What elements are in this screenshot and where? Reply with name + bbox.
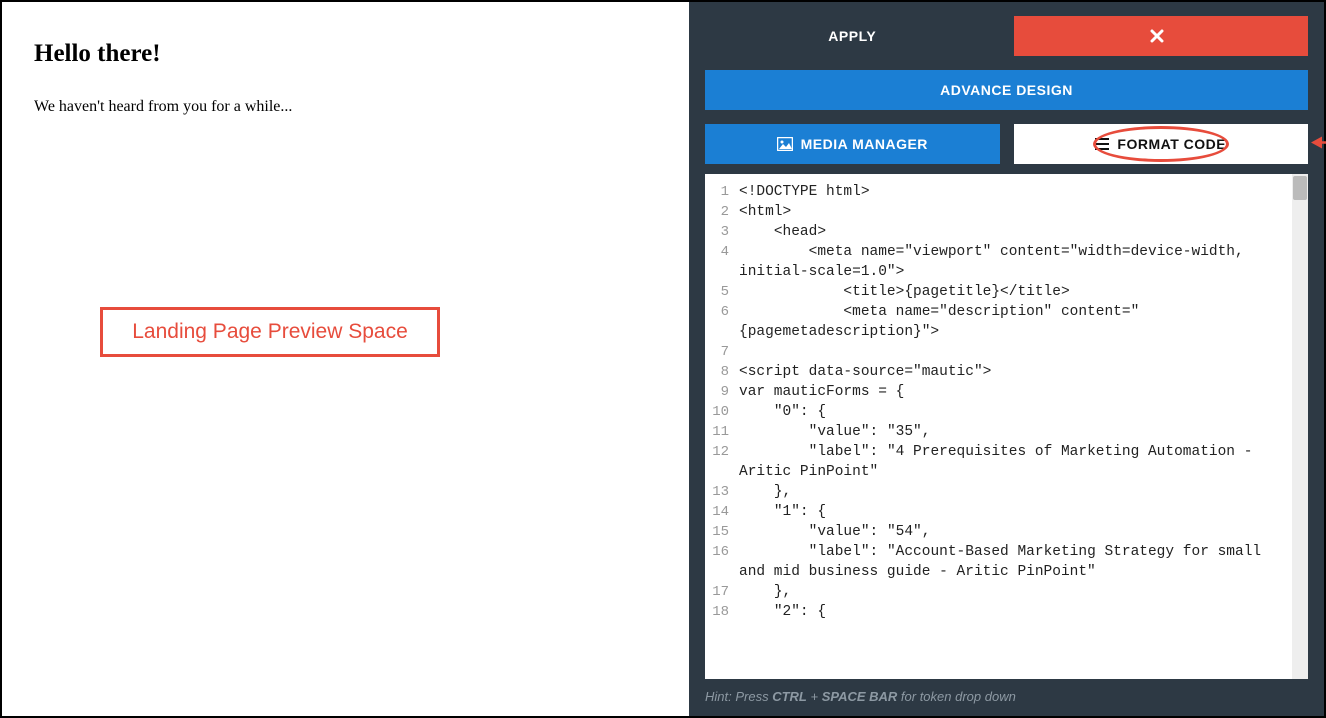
gutter-line: 5: [705, 282, 729, 302]
advance-row: ADVANCE DESIGN: [705, 70, 1308, 110]
hint-prefix: Hint: Press: [705, 689, 772, 704]
gutter-line: 15: [705, 522, 729, 542]
gutter-line: 10: [705, 402, 729, 422]
code-area[interactable]: <!DOCTYPE html><html> <head> <meta name=…: [733, 174, 1292, 679]
gutter-line: 3: [705, 222, 729, 242]
code-line: "value": "54",: [739, 522, 1286, 542]
preview-body: We haven't heard from you for a while...: [34, 98, 657, 116]
annotation-box: Landing Page Preview Space: [100, 307, 440, 357]
gutter-line: [705, 262, 729, 282]
hint-text: Hint: Press CTRL + SPACE BAR for token d…: [705, 689, 1308, 704]
app-window: Hello there! We haven't heard from you f…: [0, 0, 1326, 718]
top-row: APPLY: [705, 16, 1308, 56]
gutter-line: [705, 562, 729, 582]
gutter-line: [705, 322, 729, 342]
hint-key-space: SPACE BAR: [822, 689, 898, 704]
gutter-line: 9: [705, 382, 729, 402]
scrollbar-thumb[interactable]: [1293, 176, 1307, 200]
gutter-line: 8: [705, 362, 729, 382]
code-line: var mauticForms = {: [739, 382, 1286, 402]
controls-pane: APPLY ADVANCE DESIGN MEDIA MANAGER: [689, 2, 1324, 716]
preview-pane: Hello there! We haven't heard from you f…: [2, 2, 689, 716]
scrollbar[interactable]: [1292, 174, 1308, 679]
code-line: "value": "35",: [739, 422, 1286, 442]
gutter-line: 6: [705, 302, 729, 322]
image-icon: [777, 137, 793, 151]
code-line: <meta name="description" content="{pagem…: [739, 302, 1286, 342]
code-line: "label": "4 Prerequisites of Marketing A…: [739, 442, 1286, 482]
code-line: <head>: [739, 222, 1286, 242]
gutter-line: [705, 462, 729, 482]
annotation-arrow-icon: [1310, 134, 1326, 155]
code-line: <!DOCTYPE html>: [739, 182, 1286, 202]
gutter-line: 1: [705, 182, 729, 202]
code-editor[interactable]: 1234 56 789101112 13141516 1718 <!DOCTYP…: [705, 174, 1308, 679]
code-line: },: [739, 482, 1286, 502]
code-line: <html>: [739, 202, 1286, 222]
gutter-line: 2: [705, 202, 729, 222]
preview-title: Hello there!: [34, 40, 657, 68]
gutter-line: 11: [705, 422, 729, 442]
gutter-line: 14: [705, 502, 729, 522]
code-line: <script data-source="mautic">: [739, 362, 1286, 382]
code-line: <meta name="viewport" content="width=dev…: [739, 242, 1286, 282]
gutter-line: 17: [705, 582, 729, 602]
hint-plus: +: [807, 689, 822, 704]
format-code-label: FORMAT CODE: [1117, 136, 1226, 152]
gutter-line: 13: [705, 482, 729, 502]
media-manager-button[interactable]: MEDIA MANAGER: [705, 124, 1000, 164]
code-line: <title>{pagetitle}</title>: [739, 282, 1286, 302]
actions-row: MEDIA MANAGER FORMAT CODE: [705, 124, 1308, 164]
line-gutter: 1234 56 789101112 13141516 1718: [705, 174, 733, 679]
format-code-button[interactable]: FORMAT CODE: [1014, 124, 1309, 164]
close-icon: [1150, 29, 1164, 43]
gutter-line: 7: [705, 342, 729, 362]
code-line: "2": {: [739, 602, 1286, 622]
code-line: },: [739, 582, 1286, 602]
code-line: "1": {: [739, 502, 1286, 522]
gutter-line: 16: [705, 542, 729, 562]
media-manager-label: MEDIA MANAGER: [801, 136, 928, 152]
gutter-line: 12: [705, 442, 729, 462]
apply-button[interactable]: APPLY: [705, 16, 1000, 56]
annotation-label: Landing Page Preview Space: [132, 320, 408, 344]
gutter-line: 18: [705, 602, 729, 622]
close-button[interactable]: [1014, 16, 1309, 56]
list-icon: [1095, 138, 1109, 150]
hint-key-ctrl: CTRL: [772, 689, 807, 704]
code-line: "0": {: [739, 402, 1286, 422]
gutter-line: 4: [705, 242, 729, 262]
hint-suffix: for token drop down: [897, 689, 1016, 704]
advance-design-button[interactable]: ADVANCE DESIGN: [705, 70, 1308, 110]
code-line: "label": "Account-Based Marketing Strate…: [739, 542, 1286, 582]
code-line: [739, 342, 1286, 362]
